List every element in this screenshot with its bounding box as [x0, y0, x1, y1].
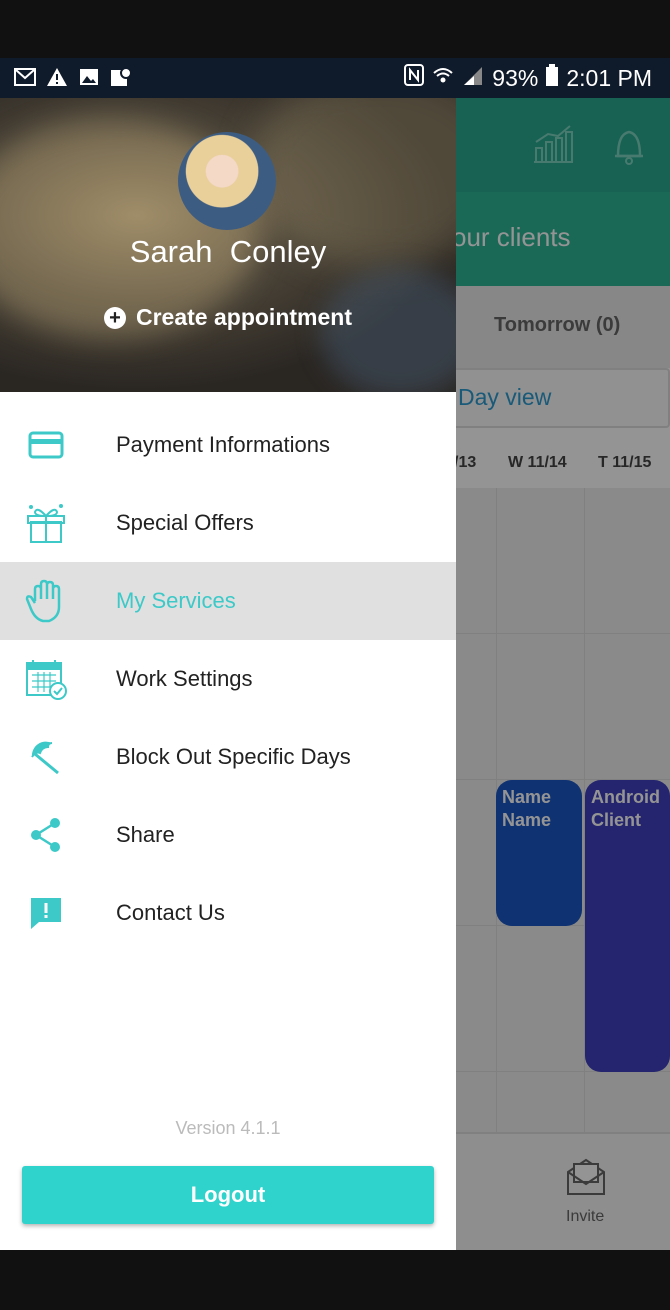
share-icon — [20, 809, 72, 861]
create-appointment-button[interactable]: + Create appointment — [0, 304, 456, 331]
gmail-icon — [14, 66, 36, 88]
gift-icon — [20, 497, 72, 549]
menu-item-label: Payment Informations — [116, 432, 330, 457]
menu-item-label: Special Offers — [116, 510, 254, 535]
version-text: Version 4.1.1 — [175, 1118, 281, 1138]
menu-item-label: My Services — [116, 588, 236, 613]
menu-item-label: Work Settings — [116, 666, 253, 691]
feedback-icon — [20, 887, 72, 939]
status-bar: 93% 2:01 PM — [0, 58, 670, 98]
nfc-icon — [404, 64, 425, 92]
warning-icon — [46, 66, 68, 88]
avatar[interactable] — [178, 132, 276, 230]
clock: 2:01 PM — [566, 64, 652, 91]
menu-item-contact-us[interactable]: Contact Us — [0, 874, 456, 952]
hand-icon — [20, 575, 72, 627]
status-right: 93% 2:01 PM — [404, 64, 652, 92]
logout-button[interactable]: Logout — [22, 1166, 434, 1224]
signal-icon — [462, 65, 484, 92]
plus-circle-icon: + — [104, 306, 126, 329]
menu-item-special-offers[interactable]: Special Offers — [0, 484, 456, 562]
menu-item-label: Block Out Specific Days — [116, 744, 351, 769]
umbrella-icon — [20, 731, 72, 783]
map-pin-icon — [110, 66, 132, 88]
user-name: Sarah Conley — [129, 234, 327, 269]
notification-icons — [14, 66, 132, 88]
wifi-icon — [432, 65, 454, 92]
menu-item-label: Share — [116, 822, 175, 847]
menu-item-work-settings[interactable]: Work Settings — [0, 640, 456, 718]
battery-icon — [546, 64, 559, 92]
menu-item-block-out-specific-days[interactable]: Block Out Specific Days — [0, 718, 456, 796]
navigation-drawer: Sarah Conley + Create appointment Paymen… — [0, 98, 456, 1250]
scrim-overlay[interactable] — [456, 98, 670, 1250]
battery-percent: 93% — [492, 64, 539, 91]
image-icon — [78, 66, 100, 88]
credit-card-icon — [20, 419, 72, 471]
menu-item-my-services[interactable]: My Services — [0, 562, 456, 640]
menu-item-share[interactable]: Share — [0, 796, 456, 874]
menu-item-label: Contact Us — [116, 900, 225, 925]
system-nav-bar — [0, 1250, 670, 1310]
calendar-check-icon — [20, 653, 72, 705]
drawer-header: Sarah Conley + Create appointment — [0, 98, 456, 392]
create-appointment-label: Create appointment — [136, 304, 352, 330]
menu-item-payment-informations[interactable]: Payment Informations — [0, 406, 456, 484]
